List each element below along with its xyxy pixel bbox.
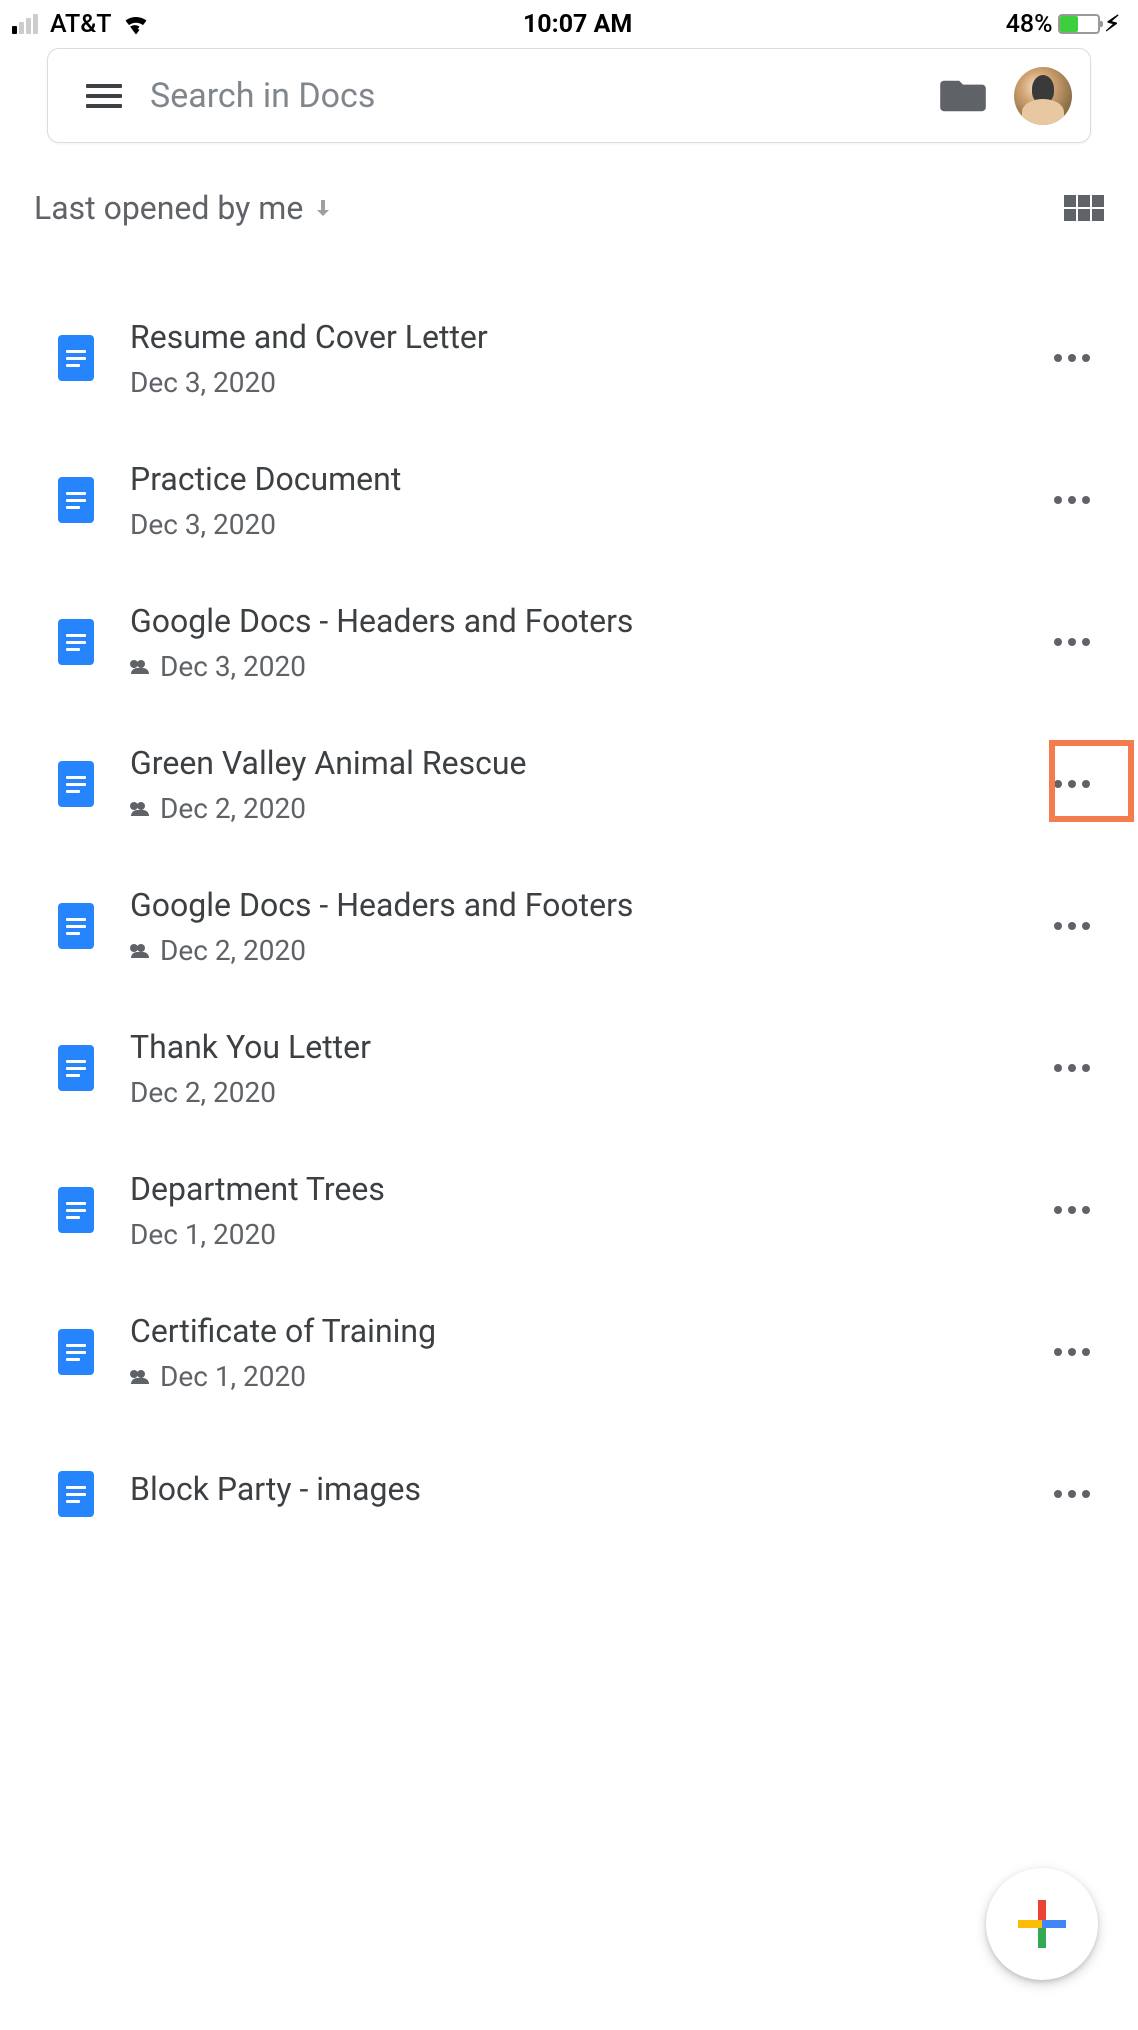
document-info: Google Docs - Headers and Footers Dec 2, … bbox=[130, 885, 1046, 968]
sort-label-text: Last opened by me bbox=[34, 189, 303, 227]
doc-file-icon bbox=[58, 1471, 94, 1517]
document-item[interactable]: Thank You Letter Dec 2, 2020 bbox=[0, 997, 1138, 1139]
more-options-button[interactable] bbox=[1046, 1470, 1098, 1518]
doc-file-icon bbox=[58, 1045, 94, 1091]
more-options-button[interactable] bbox=[1046, 476, 1098, 524]
document-title: Department Trees bbox=[130, 1169, 1046, 1211]
search-input-placeholder[interactable]: Search in Docs bbox=[150, 76, 940, 116]
sort-button[interactable]: Last opened by me bbox=[34, 189, 335, 227]
document-item[interactable]: Certificate of Training Dec 1, 2020 bbox=[0, 1281, 1138, 1423]
document-info: Certificate of Training Dec 1, 2020 bbox=[130, 1311, 1046, 1394]
document-meta: Dec 3, 2020 bbox=[130, 650, 1046, 683]
document-item[interactable]: Block Party - images bbox=[0, 1423, 1138, 1565]
more-options-button[interactable] bbox=[1046, 334, 1098, 382]
document-date: Dec 2, 2020 bbox=[160, 934, 306, 967]
battery-percentage: 48% bbox=[1006, 10, 1053, 39]
doc-file-icon bbox=[58, 903, 94, 949]
document-meta: Dec 3, 2020 bbox=[130, 508, 1046, 541]
document-item[interactable]: Practice Document Dec 3, 2020 bbox=[0, 429, 1138, 571]
document-date: Dec 3, 2020 bbox=[160, 650, 306, 683]
doc-file-icon bbox=[58, 761, 94, 807]
shared-icon bbox=[130, 944, 150, 958]
status-bar: AT&T 10:07 AM 48% ⚡︎ bbox=[0, 0, 1138, 46]
document-info: Block Party - images bbox=[130, 1469, 1046, 1519]
document-title: Google Docs - Headers and Footers bbox=[130, 885, 1046, 927]
document-title: Thank You Letter bbox=[130, 1027, 1046, 1069]
document-title: Block Party - images bbox=[130, 1469, 1046, 1511]
document-date: Dec 1, 2020 bbox=[160, 1360, 306, 1393]
document-item[interactable]: Google Docs - Headers and Footers Dec 3, … bbox=[0, 571, 1138, 713]
document-date: Dec 2, 2020 bbox=[130, 1076, 276, 1109]
document-date: Dec 3, 2020 bbox=[130, 508, 276, 541]
document-date: Dec 1, 2020 bbox=[130, 1218, 276, 1251]
status-right: 48% ⚡︎ bbox=[1006, 10, 1120, 39]
plus-icon bbox=[1018, 1900, 1066, 1948]
document-item[interactable]: Green Valley Animal Rescue Dec 2, 2020 bbox=[0, 713, 1138, 855]
document-info: Resume and Cover Letter Dec 3, 2020 bbox=[130, 317, 1046, 400]
search-bar[interactable]: Search in Docs bbox=[47, 48, 1091, 143]
more-options-button[interactable] bbox=[1046, 1044, 1098, 1092]
document-title: Google Docs - Headers and Footers bbox=[130, 601, 1046, 643]
sort-row: Last opened by me bbox=[0, 143, 1138, 227]
document-date: Dec 3, 2020 bbox=[130, 366, 276, 399]
document-title: Certificate of Training bbox=[130, 1311, 1046, 1353]
more-options-button[interactable] bbox=[1046, 1328, 1098, 1376]
doc-file-icon bbox=[58, 619, 94, 665]
doc-file-icon bbox=[58, 335, 94, 381]
more-options-button[interactable] bbox=[1046, 760, 1098, 808]
document-meta: Dec 2, 2020 bbox=[130, 934, 1046, 967]
document-info: Thank You Letter Dec 2, 2020 bbox=[130, 1027, 1046, 1110]
doc-file-icon bbox=[58, 1187, 94, 1233]
document-info: Department Trees Dec 1, 2020 bbox=[130, 1169, 1046, 1252]
document-item[interactable]: Resume and Cover Letter Dec 3, 2020 bbox=[0, 287, 1138, 429]
document-title: Practice Document bbox=[130, 459, 1046, 501]
document-meta: Dec 1, 2020 bbox=[130, 1218, 1046, 1251]
document-date: Dec 2, 2020 bbox=[160, 792, 306, 825]
document-meta: Dec 2, 2020 bbox=[130, 1076, 1046, 1109]
more-options-button[interactable] bbox=[1046, 902, 1098, 950]
document-item[interactable]: Google Docs - Headers and Footers Dec 2, … bbox=[0, 855, 1138, 997]
document-meta: Dec 3, 2020 bbox=[130, 366, 1046, 399]
arrow-down-icon bbox=[311, 196, 335, 220]
document-title: Resume and Cover Letter bbox=[130, 317, 1046, 359]
new-document-fab[interactable] bbox=[986, 1868, 1098, 1980]
document-info: Practice Document Dec 3, 2020 bbox=[130, 459, 1046, 542]
battery-icon bbox=[1058, 14, 1100, 34]
profile-avatar[interactable] bbox=[1014, 67, 1072, 125]
shared-icon bbox=[130, 1370, 150, 1384]
grid-view-toggle-icon[interactable] bbox=[1064, 195, 1104, 221]
document-list: Resume and Cover LetterDec 3, 2020Practi… bbox=[0, 227, 1138, 1565]
more-options-button[interactable] bbox=[1046, 618, 1098, 666]
charging-icon: ⚡︎ bbox=[1105, 12, 1120, 37]
doc-file-icon bbox=[58, 477, 94, 523]
more-options-button[interactable] bbox=[1046, 1186, 1098, 1234]
folder-icon[interactable] bbox=[940, 77, 986, 115]
document-info: Google Docs - Headers and Footers Dec 3, … bbox=[130, 601, 1046, 684]
status-left: AT&T bbox=[12, 10, 150, 39]
document-meta: Dec 1, 2020 bbox=[130, 1360, 1046, 1393]
document-title: Green Valley Animal Rescue bbox=[130, 743, 1046, 785]
document-meta: Dec 2, 2020 bbox=[130, 792, 1046, 825]
shared-icon bbox=[130, 802, 150, 816]
status-time: 10:07 AM bbox=[523, 10, 632, 39]
shared-icon bbox=[130, 660, 150, 674]
document-info: Green Valley Animal Rescue Dec 2, 2020 bbox=[130, 743, 1046, 826]
signal-bars-icon bbox=[12, 14, 38, 34]
doc-file-icon bbox=[58, 1329, 94, 1375]
hamburger-menu-icon[interactable] bbox=[78, 76, 130, 116]
wifi-icon bbox=[122, 13, 150, 35]
carrier-label: AT&T bbox=[50, 10, 112, 39]
document-item[interactable]: Department Trees Dec 1, 2020 bbox=[0, 1139, 1138, 1281]
